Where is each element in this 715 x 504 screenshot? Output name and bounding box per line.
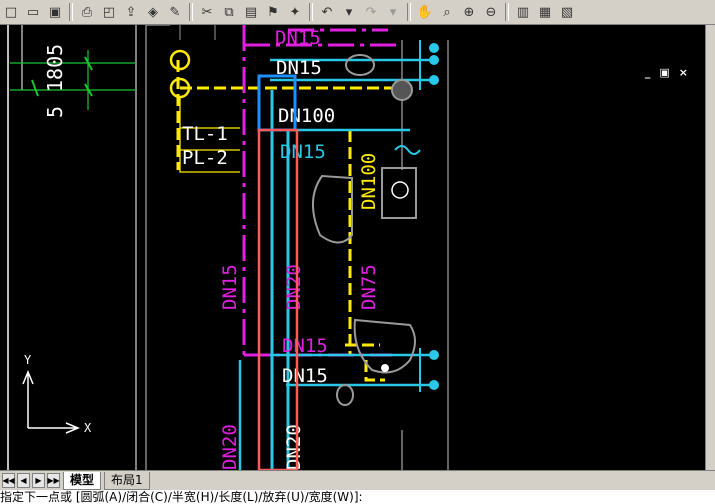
toolbar-separator <box>407 3 411 21</box>
toolbar-separator <box>189 3 193 21</box>
prev-tab-icon[interactable]: ◀ <box>17 473 30 488</box>
pipe-label: DN20 <box>219 424 241 470</box>
3d-dwf-icon[interactable]: ◈ <box>142 2 164 22</box>
cut-icon[interactable]: ✂ <box>196 2 218 22</box>
copy-icon[interactable]: ⧉ <box>218 2 240 22</box>
pipe-label: DN20 <box>283 264 305 310</box>
dimension-tick <box>31 79 39 97</box>
pipe-label: DN15 <box>275 27 321 49</box>
next-tab-icon[interactable]: ▶ <box>32 473 45 488</box>
pan-icon[interactable]: ✋ <box>414 2 436 22</box>
redo-icon[interactable]: ↷ <box>360 2 382 22</box>
redo-dropdown-icon[interactable]: ▾ <box>382 2 404 22</box>
save-icon[interactable]: ▣ <box>44 2 66 22</box>
cad-drawing: 1805 5 DN15 DN15 DN100 TL-1 PL-2 DN15 DN… <box>7 25 449 470</box>
publish-icon[interactable]: ⇪ <box>120 2 142 22</box>
pipe-label: DN15 <box>282 365 328 387</box>
last-tab-icon[interactable]: ▶▶ <box>47 473 60 488</box>
command-prompt: 指定下一点或 [圆弧(A)/闭合(C)/半宽(H)/长度(L)/放弃(U)/宽度… <box>0 490 363 504</box>
toolbar-separator <box>69 3 73 21</box>
fixture-node <box>429 55 439 65</box>
print-icon[interactable]: ⎙ <box>76 2 98 22</box>
pipe-label: DN15 <box>282 335 328 357</box>
undo-dropdown-icon[interactable]: ▾ <box>338 2 360 22</box>
standard-toolbar: □ ▭ ▣ ⎙ ◰ ⇪ ◈ ✎ ✂ ⧉ ▤ ⚑ ✦ ↶ ▾ ↷ ▾ ✋ ⌕ ⊕ … <box>0 0 715 25</box>
toolbar-separator <box>505 3 509 21</box>
ucs-icon <box>22 370 80 434</box>
pipe-label: DN15 <box>280 141 326 163</box>
wall-lines <box>179 25 216 40</box>
vertical-scrollbar[interactable] <box>705 25 715 470</box>
fixture-node <box>429 380 439 390</box>
paste-icon[interactable]: ▤ <box>240 2 262 22</box>
undo-icon[interactable]: ↶ <box>316 2 338 22</box>
floor-drain <box>391 79 413 101</box>
riser-circle <box>169 49 191 71</box>
sink-drain <box>391 181 409 199</box>
drawing-canvas[interactable]: 1805 5 DN15 DN15 DN100 TL-1 PL-2 DN15 DN… <box>0 25 706 470</box>
pipe-label: DN20 <box>283 424 305 470</box>
sink-fixture <box>381 167 417 219</box>
restore-icon[interactable]: ▣ <box>659 66 669 79</box>
pipe-label: PL-2 <box>182 147 228 169</box>
minimize-icon[interactable]: _ <box>645 66 651 79</box>
basin-drain <box>381 364 389 372</box>
first-tab-icon[interactable]: ◀◀ <box>2 473 15 488</box>
toolbar-separator <box>309 3 313 21</box>
design-center-icon[interactable]: ▦ <box>534 2 556 22</box>
tool-palettes-icon[interactable]: ▧ <box>556 2 578 22</box>
pipe-label: DN100 <box>358 153 380 210</box>
match-properties-icon[interactable]: ⚑ <box>262 2 284 22</box>
dimension-text: 5 <box>43 106 67 118</box>
new-icon[interactable]: □ <box>0 2 22 22</box>
block-editor-icon[interactable]: ✦ <box>284 2 306 22</box>
zoom-realtime-icon[interactable]: ⌕ <box>436 2 458 22</box>
dimension-text: 1805 <box>43 44 67 92</box>
fixture-node <box>429 75 439 85</box>
markup-icon[interactable]: ✎ <box>164 2 186 22</box>
open-icon[interactable]: ▭ <box>22 2 44 22</box>
ucs-x-label: X <box>84 421 92 435</box>
zoom-window-icon[interactable]: ⊕ <box>458 2 480 22</box>
toilet-fixture <box>311 174 353 244</box>
fixture-node <box>429 350 439 360</box>
fixture-node <box>429 43 439 53</box>
drawing-window-controls: _ ▣ × <box>645 66 688 79</box>
floor-drain <box>345 54 375 76</box>
properties-icon[interactable]: ▥ <box>512 2 534 22</box>
tab-layout1[interactable]: 布局1 <box>104 471 150 490</box>
vent-squiggle <box>394 145 421 155</box>
close-icon[interactable]: × <box>679 66 688 79</box>
command-line[interactable]: 指定下一点或 [圆弧(A)/闭合(C)/半宽(H)/长度(L)/放弃(U)/宽度… <box>0 490 715 504</box>
ucs-y-label: Y <box>24 353 32 367</box>
print-preview-icon[interactable]: ◰ <box>98 2 120 22</box>
pipe-label: DN100 <box>278 105 335 127</box>
layout-tab-bar: ◀◀ ◀ ▶ ▶▶ 模型 布局1 <box>0 470 715 490</box>
tab-model[interactable]: 模型 <box>63 471 102 490</box>
pipe-label: DN15 <box>219 264 241 310</box>
zoom-previous-icon[interactable]: ⊖ <box>480 2 502 22</box>
pipe-label: DN75 <box>358 264 380 310</box>
floor-drain <box>336 384 354 406</box>
pipe-label: TL-1 <box>182 123 228 145</box>
